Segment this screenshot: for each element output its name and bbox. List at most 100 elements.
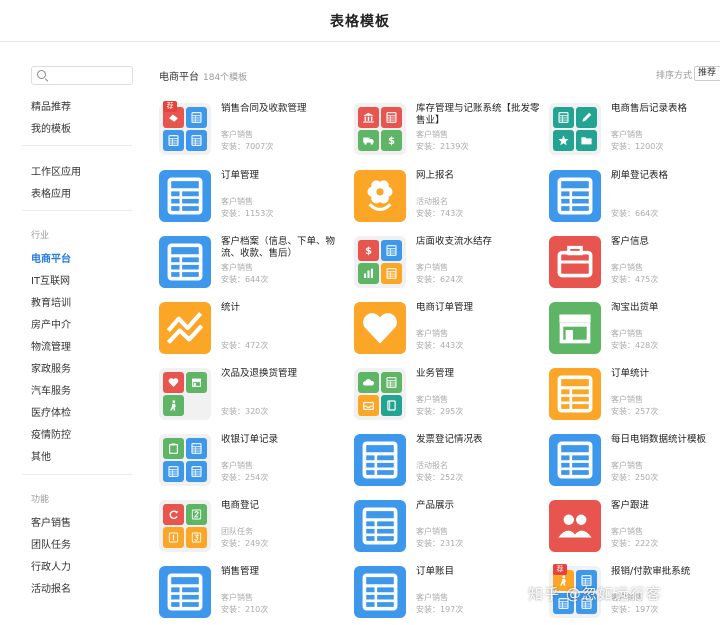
template-installs: 安装：7007次 (221, 142, 274, 151)
number-1-icon (163, 527, 184, 548)
template-category: 客户销售 (221, 130, 253, 139)
template-card[interactable]: 客户信息 客户销售 安装：475次 (549, 236, 720, 292)
heart-icon (163, 372, 184, 393)
template-icon-grid: $ (354, 103, 406, 155)
table-icon (186, 107, 207, 128)
sidebar-item-customer-sales[interactable]: 客户销售 (31, 514, 71, 529)
trend-line-icon (159, 302, 211, 354)
table-icon (553, 107, 574, 128)
template-card[interactable]: 荐 销售合同及收款管理 客户销售 安装：7007次 (159, 101, 344, 159)
table-icon (549, 368, 601, 420)
template-card[interactable]: $ 店面收支流水结存 客户销售 安装：624次 (354, 236, 539, 292)
table-icon (159, 236, 211, 288)
template-card[interactable]: 次品及退换货管理 安装：320次 (159, 368, 344, 424)
number-3-icon (186, 527, 207, 548)
sidebar-item-event-signup[interactable]: 活动报名 (31, 580, 71, 595)
template-card[interactable]: 销售管理 客户销售 安装：210次 (159, 566, 344, 622)
category-heading: 电商平台 184个模板 (159, 68, 247, 83)
sidebar-item-table-apps[interactable]: 表格应用 (31, 185, 71, 200)
template-category: 客户销售 (416, 593, 448, 602)
template-card[interactable]: 发票登记情况表 活动报名 安装：252次 (354, 434, 539, 490)
template-card[interactable]: 电商登记 团队任务 安装：249次 (159, 500, 344, 556)
template-installs: 安装：1200次 (611, 142, 664, 151)
template-category: 活动报名 (416, 197, 448, 206)
template-card[interactable]: 淘宝出货单 客户销售 安装：428次 (549, 302, 720, 358)
sidebar-item-epidemic[interactable]: 疫情防控 (31, 426, 71, 441)
template-card[interactable]: 电商订单管理 客户销售安装：443次 (354, 302, 539, 358)
template-installs: 安装：2139次 (416, 142, 469, 151)
template-card[interactable]: 电商售后记录表格 客户销售 安装：1200次 (549, 103, 720, 159)
sidebar-divider (22, 474, 132, 475)
template-name: 客户档案（信息、下单、物流、收款、售后） (221, 236, 336, 259)
template-icon-grid (354, 368, 406, 420)
table-icon (381, 372, 402, 393)
template-installs: 安装：254次 (221, 473, 269, 482)
template-category: 客户销售 (416, 263, 448, 272)
template-card[interactable]: 网上报名 活动报名 安装：743次 (354, 170, 539, 226)
search-icon (37, 70, 46, 79)
template-installs: 安装：443次 (416, 341, 464, 350)
search-input[interactable] (31, 66, 133, 85)
sidebar-item-housekeeping[interactable]: 家政服务 (31, 360, 71, 375)
sidebar-heading-industry: 行业 (31, 231, 50, 241)
sidebar-item-education[interactable]: 教育培训 (31, 294, 71, 309)
sidebar-item-other[interactable]: 其他 (31, 448, 51, 463)
sort-dropdown[interactable]: 推荐 (694, 66, 720, 81)
sidebar-item-workspace-apps[interactable]: 工作区应用 (31, 163, 81, 178)
table-icon (186, 461, 207, 482)
template-installs: 安装：624次 (416, 275, 464, 284)
template-name: 电商订单管理 (416, 302, 474, 313)
template-installs: 安装：295次 (416, 407, 464, 416)
template-name: 电商售后记录表格 (611, 103, 688, 114)
table-icon (159, 170, 211, 222)
flower-icon (354, 170, 406, 222)
table-icon (549, 170, 601, 222)
template-installs: 安装：197次 (611, 605, 659, 614)
template-category: 客户销售 (221, 263, 253, 272)
template-installs: 安装：250次 (611, 473, 659, 482)
sidebar-item-admin-hr[interactable]: 行政人力 (31, 558, 71, 573)
template-installs: 安装：320次 (221, 407, 269, 416)
sidebar-item-real-estate[interactable]: 房产中介 (31, 316, 71, 331)
template-category: 客户销售 (416, 329, 448, 338)
template-category: 客户销售 (611, 461, 643, 470)
template-card[interactable]: 收银订单记录 客户销售 安装：254次 (159, 434, 344, 490)
template-card[interactable]: 刷单登记表格 安装：664次 (549, 170, 720, 226)
template-card[interactable]: 订单统计 客户销售 安装：257次 (549, 368, 720, 424)
template-installs: 安装：644次 (221, 275, 269, 284)
sidebar-item-logistics[interactable]: 物流管理 (31, 338, 71, 353)
sidebar-item-it-internet[interactable]: IT互联网 (31, 272, 70, 287)
template-card[interactable]: 客户跟进 客户销售 安装：222次 (549, 500, 720, 556)
folder-icon (576, 130, 597, 151)
template-card[interactable]: 统计 安装：472次 (159, 302, 344, 358)
template-card[interactable]: 订单管理 客户销售 安装：1153次 (159, 170, 344, 226)
dollar-icon: $ (358, 240, 379, 261)
template-name: 订单统计 (611, 368, 650, 379)
sidebar-item-featured[interactable]: 精品推荐 (31, 98, 71, 113)
bar-chart-icon (358, 263, 379, 284)
template-icon-grid (159, 434, 211, 486)
table-icon (381, 263, 402, 284)
clipboard-icon (163, 438, 184, 459)
template-category: 活动报名 (416, 461, 448, 470)
sidebar: 精品推荐 我的模板 工作区应用 表格应用 行业 电商平台 IT互联网 教育培训 … (0, 42, 148, 625)
template-card[interactable]: 每日电销数据统计模板 客户销售 安装：250次 (549, 434, 720, 490)
template-installs: 安装：743次 (416, 209, 464, 218)
template-card[interactable]: $ 库存管理与记账系统【批发零售业】 客户销售 安装：2139次 (354, 103, 540, 159)
sidebar-heading-function: 功能 (31, 495, 50, 505)
sidebar-item-auto-service[interactable]: 汽车服务 (31, 382, 71, 397)
template-card[interactable]: 业务管理 客户销售 安装：295次 (354, 368, 539, 424)
template-card[interactable]: 客户档案（信息、下单、物流、收款、售后） 客户销售安装：644次 (159, 236, 344, 292)
template-installs: 安装：249次 (221, 539, 269, 548)
template-icon-grid (159, 500, 211, 552)
table-icon (163, 461, 184, 482)
template-icon-grid (159, 368, 211, 420)
sidebar-item-team-tasks[interactable]: 团队任务 (31, 536, 71, 551)
template-card[interactable]: 产品展示 客户销售 安装：231次 (354, 500, 539, 556)
table-icon (354, 566, 406, 618)
sidebar-item-medical[interactable]: 医疗体检 (31, 404, 71, 419)
template-card[interactable]: 订单账目 客户销售 安装：197次 (354, 566, 539, 622)
template-name: 业务管理 (416, 368, 455, 379)
sidebar-item-my-templates[interactable]: 我的模板 (31, 120, 71, 135)
sidebar-item-ecommerce[interactable]: 电商平台 (31, 250, 71, 265)
